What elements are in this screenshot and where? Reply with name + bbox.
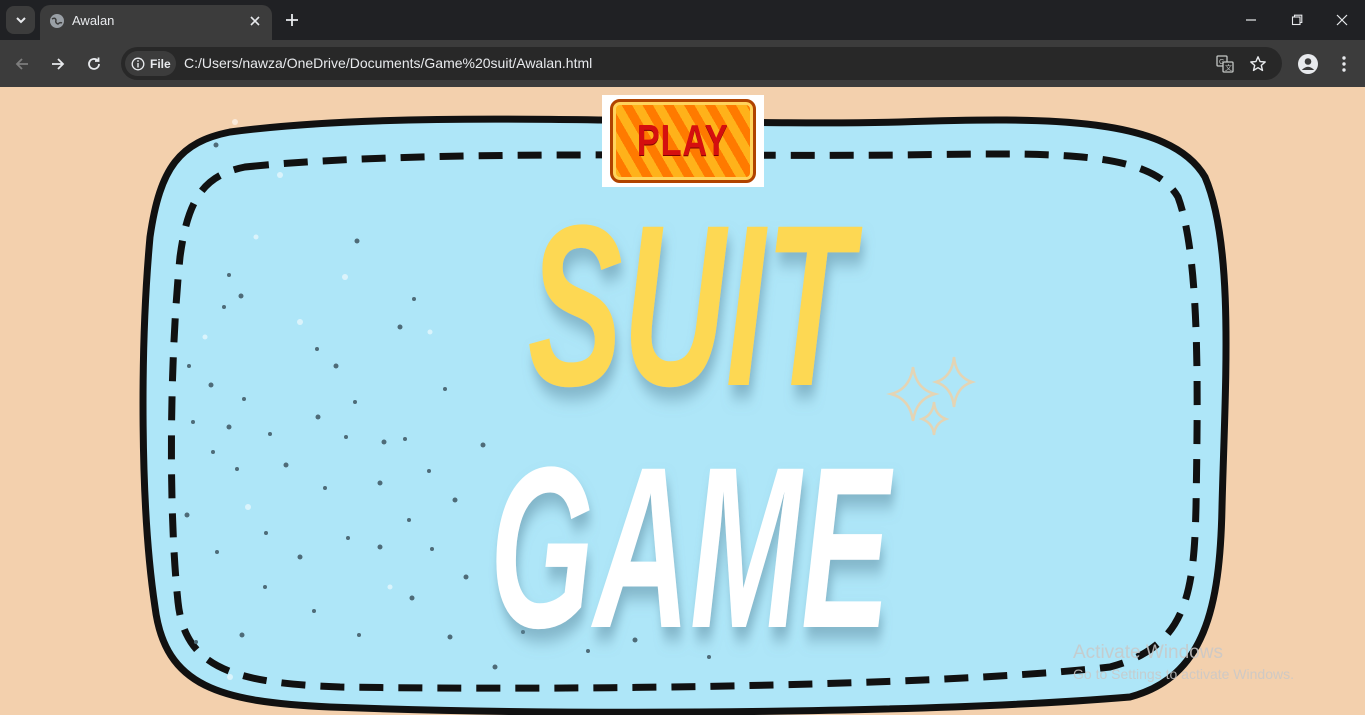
tab-search-button[interactable] — [6, 6, 35, 34]
translate-icon: G文 — [1216, 55, 1234, 73]
close-icon — [1336, 14, 1348, 26]
minimize-button[interactable] — [1228, 0, 1274, 40]
star-icon — [1250, 56, 1266, 72]
more-vertical-icon — [1342, 56, 1346, 72]
title-line-2: GAME — [490, 419, 894, 676]
info-icon — [131, 57, 145, 70]
bookmark-button[interactable] — [1246, 52, 1270, 76]
activate-windows-title: Activate Windows — [1073, 642, 1223, 663]
title-line-1: SUIT — [528, 177, 863, 434]
back-button[interactable] — [7, 49, 37, 79]
arrow-right-icon — [52, 58, 65, 70]
plus-icon — [286, 14, 298, 26]
chevron-down-icon — [15, 17, 26, 24]
browser-tab[interactable]: Awalan — [40, 5, 272, 40]
url-text[interactable]: C:/Users/nawza/OneDrive/Documents/Game%2… — [184, 55, 592, 71]
reload-button[interactable] — [79, 49, 109, 79]
browser-toolbar: File C:/Users/nawza/OneDrive/Documents/G… — [0, 40, 1365, 87]
minimize-icon — [1246, 19, 1256, 21]
activate-windows-watermark: Activate Windows Go to Settings to activ… — [1073, 642, 1294, 682]
new-tab-button[interactable] — [281, 9, 303, 31]
file-label: File — [150, 56, 171, 71]
translate-button[interactable]: G文 — [1213, 52, 1237, 76]
site-info-chip[interactable]: File — [125, 51, 176, 76]
restore-icon — [1291, 14, 1303, 26]
close-window-button[interactable] — [1319, 0, 1365, 40]
close-icon — [250, 16, 260, 26]
tab-title: Awalan — [72, 13, 115, 28]
reload-icon — [88, 57, 100, 70]
play-button[interactable]: PLAY — [602, 95, 764, 187]
profile-button[interactable] — [1293, 49, 1323, 79]
menu-button[interactable] — [1329, 49, 1359, 79]
page-content: SUIT GAME PLAY Activate Windows Go to Se… — [0, 87, 1365, 715]
forward-button[interactable] — [43, 49, 73, 79]
restore-button[interactable] — [1274, 0, 1320, 40]
activate-windows-subtitle: Go to Settings to activate Windows. — [1073, 666, 1294, 682]
play-button-face: PLAY — [610, 99, 756, 183]
play-button-label: PLAY — [637, 116, 729, 165]
tab-strip: Awalan — [0, 0, 1365, 40]
tab-close-button[interactable] — [246, 12, 264, 30]
globe-icon — [50, 14, 64, 28]
svg-text:文: 文 — [1225, 63, 1232, 72]
arrow-left-icon — [15, 58, 28, 70]
address-bar[interactable]: File C:/Users/nawza/OneDrive/Documents/G… — [121, 47, 1282, 80]
avatar-icon — [1298, 54, 1318, 74]
